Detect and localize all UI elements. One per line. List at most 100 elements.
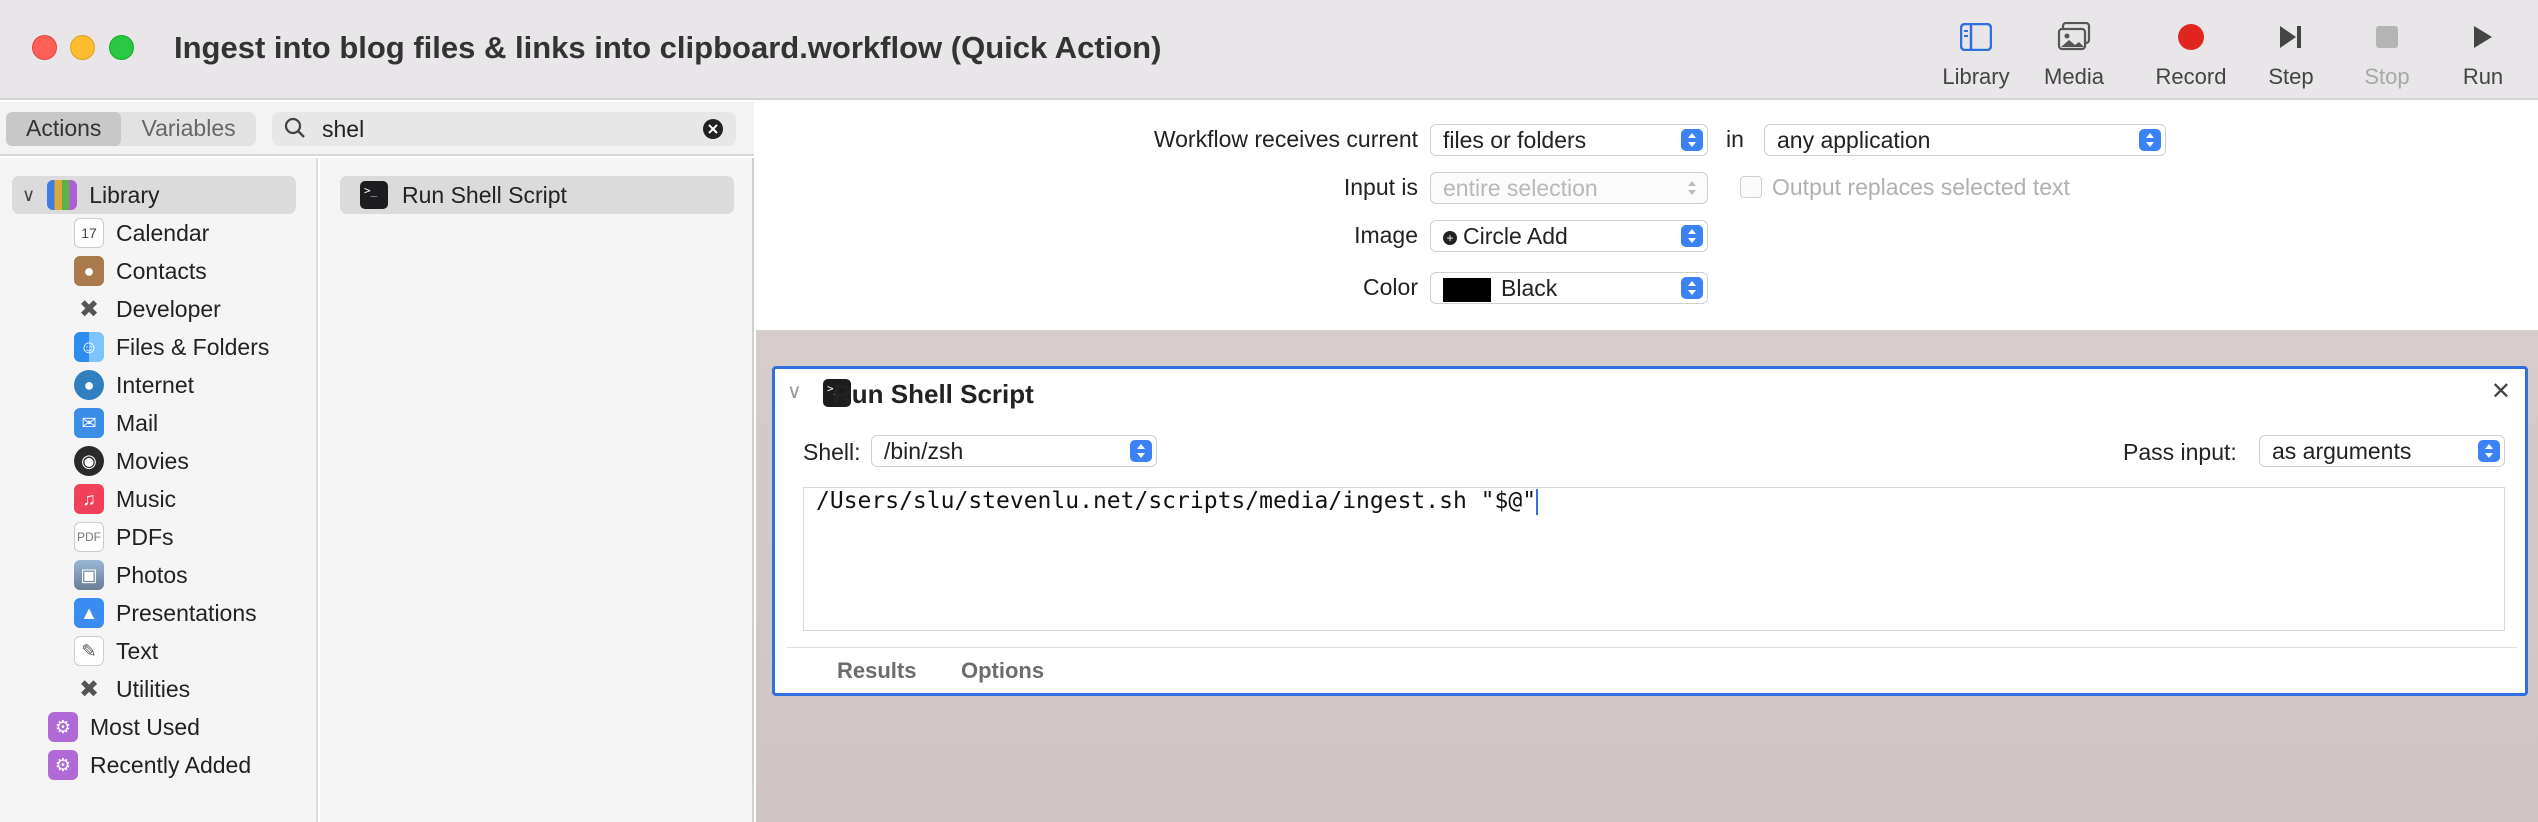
application-popup[interactable]: any application: [1764, 124, 2166, 156]
photos-icon: ▣: [74, 560, 104, 590]
step-icon: [2280, 26, 2301, 48]
sidebar-item-text[interactable]: ✎ Text: [74, 634, 158, 668]
globe-icon: ●: [74, 370, 104, 400]
music-icon: ♫: [74, 484, 104, 514]
input-is-label: Input is: [1343, 174, 1418, 200]
run-label: Run: [2462, 64, 2504, 89]
contacts-icon: ●: [74, 256, 104, 286]
media-button[interactable]: Media: [2019, 18, 2129, 94]
stop-button[interactable]: Stop: [2332, 18, 2442, 94]
popup-stepper-icon: [1681, 177, 1703, 199]
close-window-button[interactable]: [32, 35, 57, 60]
smart-folder-icon: ⚙: [48, 750, 78, 780]
minimize-window-button[interactable]: [70, 35, 95, 60]
movies-icon: ◉: [74, 446, 104, 476]
tab-results[interactable]: Results: [837, 658, 916, 684]
sidebar-item-music[interactable]: ♫ Music: [74, 482, 176, 516]
image-popup[interactable]: + Circle Add: [1430, 220, 1708, 252]
run-shell-script-action[interactable]: ∨ Run Shell Script ✕ Shell: /bin/zsh Pas…: [772, 366, 2528, 696]
popup-stepper-icon: [1681, 277, 1703, 299]
tab-options[interactable]: Options: [961, 658, 1044, 684]
sidebar-item-label: Contacts: [116, 257, 207, 284]
tab-variables[interactable]: Variables: [121, 112, 255, 146]
pass-input-popup[interactable]: as arguments: [2259, 435, 2505, 467]
media-icon: [2057, 22, 2091, 51]
search-icon: [284, 117, 305, 138]
sidebar-item-label: Presentations: [116, 599, 257, 626]
library-icon: [1960, 23, 1992, 51]
actions-pane: Run Shell Script: [320, 158, 754, 822]
stop-icon: [2376, 26, 2398, 48]
in-label: in: [1726, 126, 1744, 152]
popup-stepper-icon: [1681, 129, 1703, 151]
library-books-icon: [47, 180, 78, 210]
library-root-item[interactable]: ∨ Library: [12, 176, 296, 214]
input-is-popup[interactable]: entire selection: [1430, 172, 1708, 204]
script-text[interactable]: /Users/slu/stevenlu.net/scripts/media/in…: [816, 488, 1539, 515]
sidebar-item-label: Photos: [116, 561, 188, 588]
close-icon[interactable]: ✕: [2491, 377, 2511, 406]
terminal-icon: [360, 181, 388, 209]
script-editor[interactable]: /Users/slu/stevenlu.net/scripts/media/in…: [803, 487, 2505, 631]
record-icon: [2178, 24, 2204, 50]
record-button[interactable]: Record: [2136, 18, 2246, 94]
text-icon: ✎: [74, 636, 104, 666]
pdf-icon: PDF: [74, 522, 104, 552]
sidebar-item-developer[interactable]: ✖ Developer: [74, 292, 221, 326]
sidebar-item-internet[interactable]: ● Internet: [74, 368, 194, 402]
color-value: Black: [1501, 275, 1558, 301]
input-is-value: entire selection: [1443, 175, 1598, 201]
smart-folder-icon: ⚙: [48, 712, 78, 742]
utilities-icon: ✖: [78, 675, 100, 703]
record-label: Record: [2155, 64, 2227, 89]
title-bar: Ingest into blog files & links into clip…: [0, 0, 2538, 100]
library-header: Actions Variables shel: [0, 102, 754, 156]
search-field[interactable]: shel: [272, 112, 736, 146]
step-label: Step: [2268, 64, 2314, 89]
sidebar-item-presentations[interactable]: ▲ Presentations: [74, 596, 257, 630]
sidebar-item-label: PDFs: [116, 523, 174, 550]
image-value: Circle Add: [1463, 223, 1568, 249]
sidebar-item-contacts[interactable]: ● Contacts: [74, 254, 207, 288]
sidebar-item-photos[interactable]: ▣ Photos: [74, 558, 188, 592]
application-value: any application: [1777, 127, 1931, 153]
receives-popup[interactable]: files or folders: [1430, 124, 1708, 156]
sidebar-item-utilities[interactable]: ✖ Utilities: [74, 672, 190, 706]
shell-value: /bin/zsh: [884, 438, 964, 464]
calendar-icon: 17: [74, 218, 104, 248]
finder-icon: ☺: [74, 332, 104, 362]
pass-input-label: Pass input:: [2123, 439, 2237, 465]
run-button[interactable]: Run: [2428, 18, 2538, 94]
sidebar-item-files-folders[interactable]: ☺ Files & Folders: [74, 330, 269, 364]
zoom-window-button[interactable]: [109, 35, 134, 60]
color-label: Color: [1363, 274, 1418, 300]
popup-stepper-icon: [2139, 129, 2161, 151]
tab-actions[interactable]: Actions: [6, 112, 122, 146]
sidebar-item-mail[interactable]: ✉ Mail: [74, 406, 158, 440]
sidebar-item-label: Developer: [116, 295, 221, 322]
action-footer-tabs: Results Options: [787, 647, 2517, 683]
sidebar-item-label: Music: [116, 485, 177, 512]
action-run-shell-script[interactable]: Run Shell Script: [340, 176, 734, 214]
step-button[interactable]: Step: [2236, 18, 2346, 94]
media-label: Media: [2044, 64, 2104, 89]
sidebar-item-pdfs[interactable]: PDF PDFs: [74, 520, 174, 554]
shell-popup[interactable]: /bin/zsh: [871, 435, 1157, 467]
chevron-down-icon[interactable]: ∨: [22, 185, 35, 206]
circle-add-icon: +: [1443, 230, 1457, 245]
pass-input-value: as arguments: [2272, 438, 2412, 464]
library-pane: ∨ Library 17 Calendar ● Contacts ✖ Devel…: [0, 158, 318, 822]
sidebar-item-calendar[interactable]: 17 Calendar: [74, 216, 209, 250]
clear-search-icon[interactable]: [702, 118, 724, 140]
sidebar-item-label: Mail: [116, 409, 159, 436]
library-button[interactable]: Library: [1921, 18, 2031, 94]
sidebar-item-movies[interactable]: ◉ Movies: [74, 444, 189, 478]
output-replaces-checkbox[interactable]: [1740, 176, 1762, 198]
chevron-down-icon[interactable]: ∨: [787, 379, 802, 404]
search-input[interactable]: shel: [322, 116, 364, 143]
sidebar-item-most-used[interactable]: ⚙ Most Used: [48, 710, 200, 744]
sidebar-item-recently-added[interactable]: ⚙ Recently Added: [48, 748, 251, 782]
color-popup[interactable]: Black: [1430, 272, 1708, 304]
sidebar-item-label: Files & Folders: [116, 333, 270, 360]
play-icon: [2474, 26, 2492, 48]
